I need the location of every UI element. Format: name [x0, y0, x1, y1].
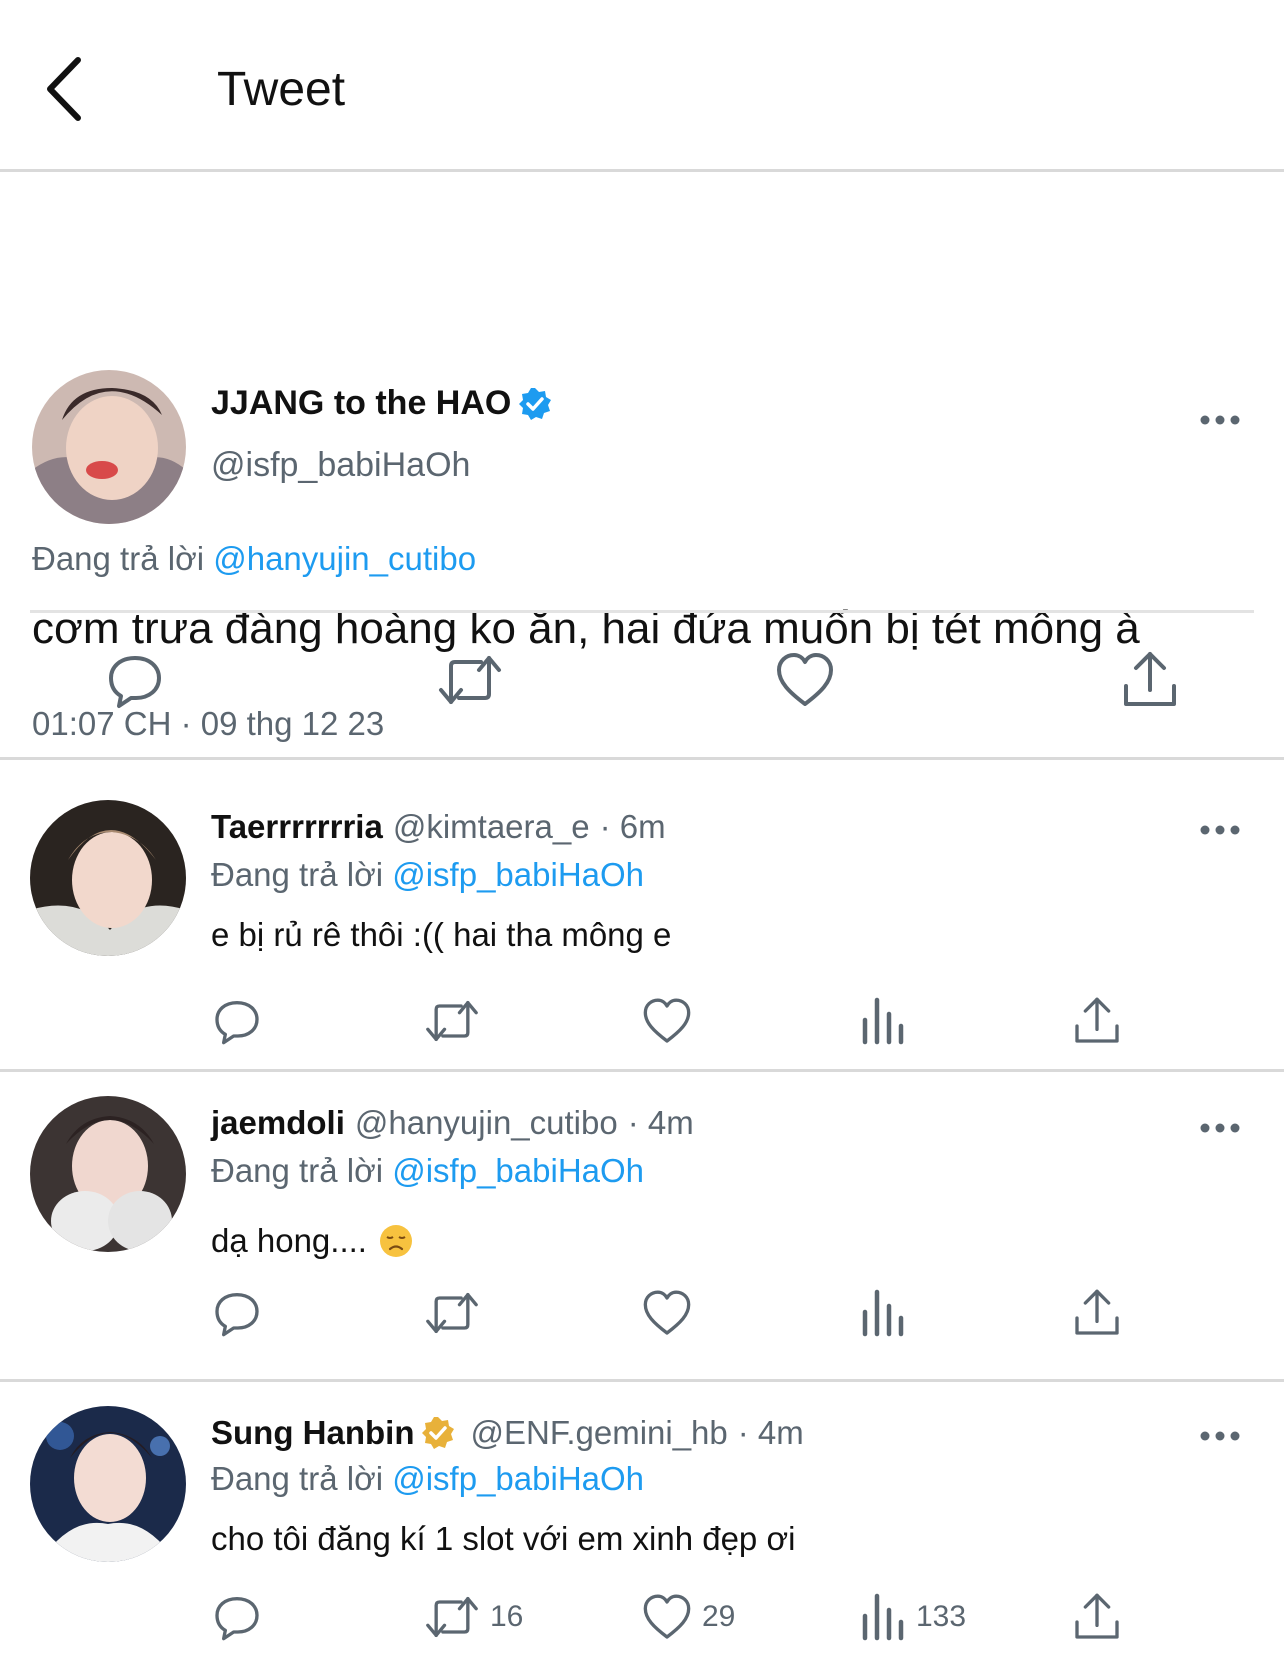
- gold-verified-badge-icon: [420, 1415, 456, 1451]
- more-icon: [1200, 825, 1240, 835]
- more-options-button[interactable]: [1200, 414, 1240, 426]
- reply-actions: [0, 996, 1284, 1056]
- top-bar: Tweet: [0, 0, 1284, 172]
- more-options-button[interactable]: [1200, 1122, 1240, 1134]
- share-button[interactable]: [1072, 1288, 1122, 1338]
- reply-mention-link[interactable]: @isfp_babiHaOh: [392, 1460, 644, 1497]
- sad-face-emoji: [379, 1224, 413, 1258]
- like-button[interactable]: [775, 650, 835, 710]
- retweet-icon: [426, 1597, 478, 1637]
- page-title: Tweet: [217, 63, 346, 116]
- back-arrow-icon: [47, 57, 81, 121]
- reply-actions: 16 29 133: [0, 1592, 1284, 1652]
- main-tweet-actions: [0, 650, 1284, 720]
- replying-to: Đang trả lời @hanyujin_cutibo: [32, 540, 476, 578]
- replying-to: Đang trả lời @isfp_babiHaOh: [211, 1152, 644, 1190]
- reply-icon: [215, 1001, 259, 1045]
- reply-header: jaemdoli @hanyujin_cutibo · 4m: [211, 1104, 694, 1142]
- author-name[interactable]: JJANG to the HAO: [211, 384, 511, 423]
- replying-to: Đang trả lời @isfp_babiHaOh: [211, 1460, 644, 1498]
- views-button[interactable]: 133: [860, 1592, 966, 1642]
- avatar[interactable]: [32, 370, 186, 524]
- share-button[interactable]: [1120, 650, 1180, 710]
- like-button[interactable]: [642, 996, 692, 1046]
- reply-actions: [0, 1288, 1284, 1348]
- share-icon: [1075, 997, 1119, 1043]
- like-icon: [643, 1290, 691, 1335]
- reply-mention-link[interactable]: @hanyujin_cutibo: [213, 540, 476, 577]
- reply-prefix: Đang trả lời: [211, 1460, 384, 1497]
- back-button[interactable]: [42, 54, 96, 124]
- divider: [30, 610, 1254, 613]
- reply-header: Sung Hanbin @ENF.gemini_hb · 4m: [211, 1414, 804, 1452]
- reply-text: e bị rủ rê thôi :(( hai tha mông e: [211, 916, 672, 953]
- author-name[interactable]: Taerrrrrrria: [211, 808, 383, 846]
- views-button[interactable]: [860, 996, 906, 1046]
- reply-icon: [215, 1293, 259, 1337]
- reply-time: · 6m: [599, 808, 666, 845]
- views-icon: [862, 997, 904, 1045]
- reply-time: · 4m: [627, 1104, 694, 1141]
- author-handle[interactable]: @hanyujin_cutibo: [355, 1104, 618, 1142]
- author-name-row: JJANG to the HAO: [211, 384, 553, 423]
- retweet-button[interactable]: [424, 1288, 480, 1338]
- retweet-icon: [426, 1001, 478, 1041]
- reply-tweet[interactable]: jaemdoli @hanyujin_cutibo · 4m Đang trả …: [0, 1072, 1284, 1382]
- reply-button[interactable]: [212, 996, 262, 1046]
- more-icon: [1200, 1123, 1240, 1133]
- reply-mention-link[interactable]: @isfp_babiHaOh: [392, 1152, 644, 1189]
- more-icon: [1200, 1431, 1240, 1441]
- view-count: 133: [916, 1600, 967, 1633]
- like-icon: [643, 998, 691, 1043]
- share-button[interactable]: [1072, 996, 1122, 1046]
- retweet-icon: [439, 656, 501, 704]
- retweet-button[interactable]: [424, 996, 480, 1046]
- reply-icon: [109, 656, 161, 708]
- author-handle[interactable]: @ENF.gemini_hb: [470, 1414, 727, 1452]
- share-icon: [1124, 652, 1176, 706]
- views-icon: [862, 1289, 904, 1337]
- more-options-button[interactable]: [1200, 824, 1240, 836]
- retweet-icon: [426, 1293, 478, 1333]
- more-icon: [1200, 415, 1240, 425]
- verified-badge-icon: [517, 386, 553, 422]
- reply-mention-link[interactable]: @isfp_babiHaOh: [392, 856, 644, 893]
- like-button[interactable]: [642, 1288, 692, 1338]
- share-button[interactable]: [1072, 1592, 1122, 1642]
- author-name[interactable]: jaemdoli: [211, 1104, 345, 1142]
- like-icon: [643, 1594, 691, 1639]
- retweet-count: 16: [490, 1600, 524, 1633]
- reply-text: dạ hong....: [211, 1222, 367, 1259]
- retweet-button[interactable]: [437, 650, 503, 710]
- author-handle[interactable]: @kimtaera_e: [393, 808, 590, 846]
- like-button[interactable]: 29: [642, 1592, 735, 1642]
- replying-to: Đang trả lời @isfp_babiHaOh: [211, 856, 644, 894]
- reply-prefix: Đang trả lời: [211, 856, 384, 893]
- reply-text: cho tôi đăng kí 1 slot với em xinh đẹp ơ…: [211, 1520, 796, 1557]
- reply-button[interactable]: [212, 1592, 262, 1642]
- share-icon: [1075, 1593, 1119, 1639]
- reply-header: Taerrrrrrria @kimtaera_e · 6m: [211, 808, 666, 846]
- reply-icon: [215, 1597, 259, 1641]
- views-button[interactable]: [860, 1288, 906, 1338]
- avatar[interactable]: [30, 1096, 186, 1252]
- author-name[interactable]: Sung Hanbin: [211, 1414, 414, 1452]
- reply-text-row: dạ hong....: [211, 1222, 413, 1260]
- retweet-button[interactable]: 16: [424, 1592, 523, 1642]
- author-handle[interactable]: @isfp_babiHaOh: [211, 446, 470, 485]
- avatar[interactable]: [30, 1406, 186, 1562]
- reply-prefix: Đang trả lời: [32, 540, 205, 577]
- share-icon: [1075, 1289, 1119, 1335]
- reply-tweet[interactable]: Taerrrrrrria @kimtaera_e · 6m Đang trả l…: [0, 760, 1284, 1072]
- avatar[interactable]: [30, 800, 186, 956]
- reply-time: · 4m: [737, 1414, 804, 1451]
- like-count: 29: [702, 1600, 736, 1633]
- reply-button[interactable]: [212, 1288, 262, 1338]
- reply-button[interactable]: [105, 650, 165, 710]
- more-options-button[interactable]: [1200, 1430, 1240, 1442]
- reply-prefix: Đang trả lời: [211, 1152, 384, 1189]
- like-icon: [777, 653, 833, 706]
- views-icon: [862, 1593, 904, 1641]
- reply-tweet[interactable]: Sung Hanbin @ENF.gemini_hb · 4m Đang trả…: [0, 1382, 1284, 1668]
